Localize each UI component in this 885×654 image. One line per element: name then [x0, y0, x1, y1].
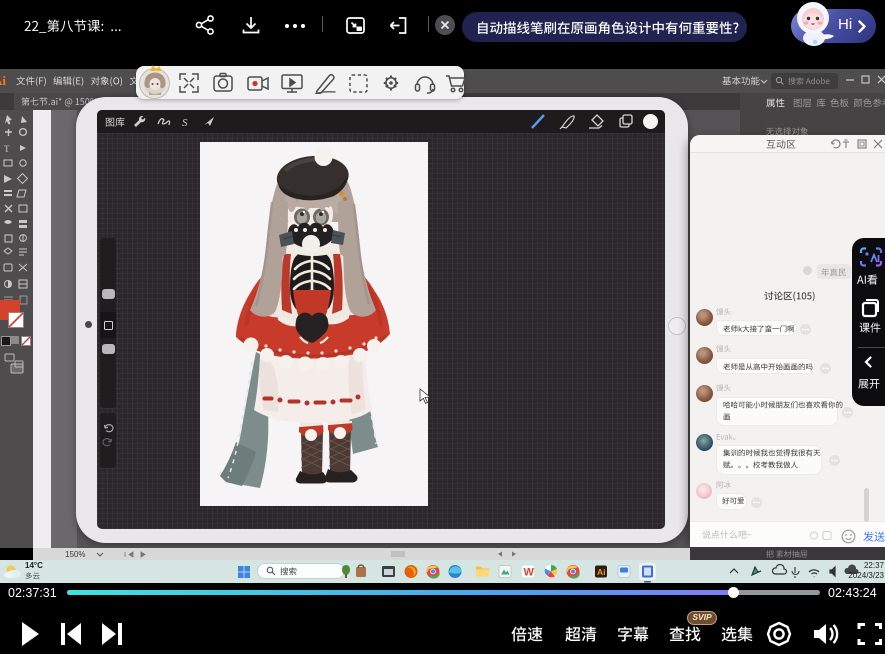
svg-text:W: W — [524, 567, 535, 579]
svg-text:T: T — [4, 144, 10, 154]
svg-text:S: S — [182, 117, 188, 129]
svg-text:Ai: Ai — [597, 567, 606, 577]
